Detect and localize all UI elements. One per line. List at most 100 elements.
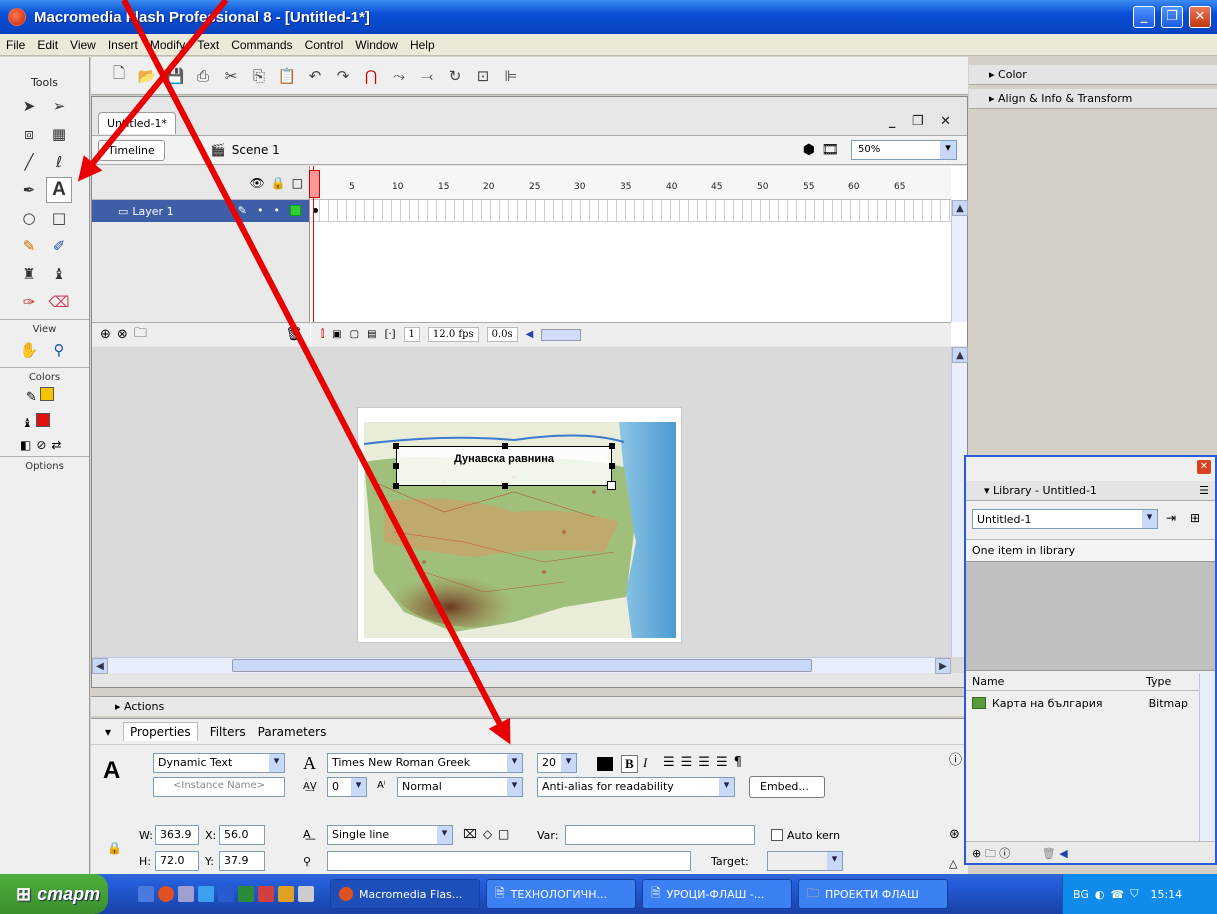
scale-icon[interactable]: ⊡ — [473, 66, 493, 86]
target-select[interactable] — [767, 851, 843, 871]
start-button[interactable]: ⊞ старт — [0, 874, 108, 914]
insert-folder-icon[interactable]: 🗀 — [134, 324, 147, 346]
help-icon[interactable]: ⓘ — [949, 749, 962, 768]
stage[interactable]: Дунавска равнина — [357, 407, 682, 643]
black-white-icon[interactable]: ◧ — [20, 438, 36, 452]
snap-magnet-icon[interactable]: ⋂ — [361, 66, 381, 86]
delete-layer-icon[interactable]: 🗑 — [285, 327, 302, 342]
ie-icon[interactable] — [198, 886, 214, 902]
onion-skin-icon[interactable]: ▣ — [332, 329, 341, 340]
antialias-select[interactable]: Anti-alias for readability — [537, 777, 735, 797]
align-panel-header[interactable]: ▸ Align & Info & Transform — [969, 89, 1217, 109]
line-tool-icon[interactable]: ╱ — [16, 149, 42, 175]
free-transform-tool-icon[interactable]: ⧈ — [16, 121, 42, 147]
open-folder-icon[interactable]: 📂 — [137, 66, 157, 86]
var-input[interactable] — [565, 825, 755, 845]
task-folder[interactable]: 🗀 ПРОЕКТИ ФЛАШ — [798, 879, 948, 909]
column-type[interactable]: Type — [1146, 675, 1171, 688]
cut-icon[interactable]: ✂ — [221, 66, 241, 86]
document-tab[interactable]: Untitled-1* — [98, 112, 176, 134]
selectable-html-border-icons[interactable]: ⌧◇□ — [463, 827, 515, 841]
frame-rate-field[interactable]: 12.0 fps — [427, 327, 479, 342]
menu-file[interactable]: File — [6, 38, 25, 52]
resize-handle[interactable] — [502, 483, 508, 489]
smooth-icon[interactable]: ⤳ — [389, 66, 409, 86]
y-input[interactable]: 37.9 — [219, 851, 265, 871]
collapse-panel-icon[interactable]: △ — [949, 857, 957, 870]
text-color-swatch[interactable] — [597, 757, 613, 771]
tray-icon[interactable]: ☎ — [1111, 888, 1125, 901]
new-file-icon[interactable]: 🗋 — [109, 64, 129, 86]
resize-handle[interactable] — [393, 463, 399, 469]
edit-scene-icon[interactable]: 🎞 — [821, 142, 839, 158]
width-input[interactable]: 363.9 — [155, 825, 199, 845]
library-close-icon[interactable]: ✕ — [1197, 460, 1211, 474]
bold-button[interactable]: B — [621, 755, 638, 773]
tray-icon[interactable]: ⛉ — [1130, 887, 1138, 901]
task-document-2[interactable]: 🗎 УРОЦИ-ФЛАШ -... — [642, 879, 792, 909]
paste-icon[interactable]: 📋 — [277, 66, 297, 86]
scroll-left-icon[interactable]: ◀ — [1059, 847, 1067, 860]
undo-icon[interactable]: ↶ — [305, 66, 325, 86]
scroll-left-icon[interactable]: ◀ — [92, 658, 108, 674]
swap-colors-icon[interactable]: ⇄ — [51, 438, 66, 452]
playhead[interactable] — [309, 166, 320, 322]
x-input[interactable]: 56.0 — [219, 825, 265, 845]
timeline-vscroll[interactable]: ▲ — [951, 200, 968, 322]
menu-window[interactable]: Window — [355, 38, 398, 52]
scroll-right-icon[interactable]: ▶ — [935, 658, 951, 674]
resize-handle[interactable] — [502, 443, 508, 449]
menu-text[interactable]: Text — [197, 38, 219, 52]
delete-icon[interactable]: 🗑 — [1042, 847, 1056, 860]
accessibility-icon[interactable]: ⊛ — [949, 827, 960, 842]
frame-ruler[interactable]: 1 5 10 15 20 25 30 35 40 45 50 55 60 65 — [311, 166, 951, 200]
hand-tool-icon[interactable]: ✋ — [16, 337, 42, 363]
excel-icon[interactable] — [238, 886, 254, 902]
menu-view[interactable]: View — [70, 38, 96, 52]
document-window-controls[interactable]: _ ❐ ✕ — [889, 114, 957, 129]
panel-menu-icon[interactable]: ☰ — [1199, 481, 1209, 501]
lock-proportions-icon[interactable]: 🔒 — [107, 841, 122, 855]
url-input[interactable] — [327, 851, 691, 871]
menu-edit[interactable]: Edit — [37, 38, 58, 52]
eyedropper-tool-icon[interactable]: ✑ — [16, 289, 42, 315]
lock-icon[interactable]: 🔒 — [271, 176, 286, 190]
library-header[interactable]: ▾ Library - Untitled-1 ☰ — [966, 481, 1215, 501]
menu-help[interactable]: Help — [410, 38, 435, 52]
pencil-tool-icon[interactable]: ✎ — [16, 233, 42, 259]
no-color-icon[interactable]: ⊘ — [36, 438, 51, 452]
outline-color-box[interactable] — [290, 205, 301, 216]
maximize-button[interactable]: ❐ — [1161, 6, 1183, 28]
line-type-select[interactable]: Single line — [327, 825, 453, 845]
straighten-icon[interactable]: ⤙ — [417, 66, 437, 86]
minimize-button[interactable]: _ — [1133, 6, 1155, 28]
menu-commands[interactable]: Commands — [231, 38, 292, 52]
oval-tool-icon[interactable]: ○ — [16, 205, 42, 231]
quick-launch-icon[interactable] — [138, 886, 154, 902]
height-input[interactable]: 72.0 — [155, 851, 199, 871]
font-size-input[interactable]: 20 — [537, 753, 577, 773]
quick-launch-icon[interactable] — [278, 886, 294, 902]
pen-tool-icon[interactable]: ✒ — [16, 177, 42, 203]
align-buttons[interactable]: ☰☰☰☰¶ — [663, 755, 748, 770]
auto-kern-checkbox[interactable] — [771, 829, 783, 841]
center-frame-icon[interactable]: ⫿ — [321, 329, 324, 340]
copy-icon[interactable]: ⎘ — [249, 66, 269, 86]
stroke-color-swatch[interactable] — [40, 387, 55, 401]
new-folder-icon[interactable]: 🗀 — [985, 847, 996, 860]
text-type-select[interactable]: Dynamic Text — [153, 753, 285, 773]
stage-hscroll-thumb[interactable] — [232, 659, 812, 672]
add-motion-guide-icon[interactable]: ⊗ — [117, 327, 128, 342]
instance-name-input[interactable]: <Instance Name> — [153, 777, 285, 797]
scroll-up-icon[interactable]: ▲ — [952, 200, 968, 216]
frame-row[interactable] — [311, 200, 951, 222]
font-select[interactable]: Times New Roman Greek — [327, 753, 523, 773]
task-document-1[interactable]: 🗎 ТЕХНОЛОГИЧН... — [486, 879, 636, 909]
selection-tool-icon[interactable]: ➤ — [16, 93, 42, 119]
layer-row[interactable]: ▭ Layer 1 ✎ • • — [92, 200, 309, 222]
resize-handle[interactable] — [393, 483, 399, 489]
scene-breadcrumb[interactable]: 🎬 Scene 1 — [211, 143, 280, 157]
gradient-transform-tool-icon[interactable]: ▦ — [46, 121, 72, 147]
onion-outline-icon[interactable]: ▢ — [350, 329, 359, 340]
stage-hscroll[interactable]: ◀ ▶ — [92, 657, 951, 674]
